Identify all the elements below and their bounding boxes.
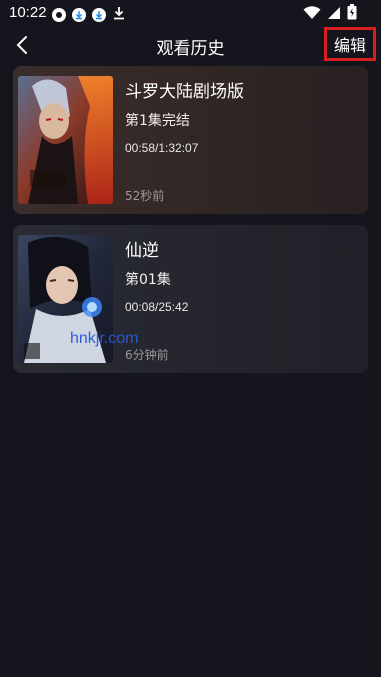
show-title: 斗罗大陆剧场版: [125, 82, 244, 102]
playback-progress: 00:08/25:42: [125, 300, 189, 314]
status-bar: 10:22: [0, 0, 381, 26]
wifi-icon: [303, 5, 321, 24]
history-item[interactable]: 斗罗大陆剧场版 第1集完结 00:58/1:32:07 52秒前: [13, 66, 368, 214]
show-title: 仙逆: [125, 241, 159, 261]
download-app-icon: [72, 7, 86, 22]
watch-history-list: 斗罗大陆剧场版 第1集完结 00:58/1:32:07 52秒前 仙逆 第01集…: [13, 66, 368, 384]
history-item-info: 斗罗大陆剧场版 第1集完结 00:58/1:32:07 52秒前: [125, 66, 358, 214]
download-icon: [112, 5, 126, 24]
status-system-icons: [303, 4, 357, 24]
app-header: 观看历史 编辑: [0, 26, 381, 64]
edit-button[interactable]: 编辑: [324, 27, 376, 61]
history-item[interactable]: 仙逆 第01集 00:08/25:42 6分钟前: [13, 225, 368, 373]
cover-image: [18, 76, 113, 204]
episode-label: 第01集: [125, 272, 171, 288]
status-notification-icons: [52, 5, 126, 24]
watermark-text: hnkjr.com: [70, 330, 139, 347]
signal-icon: [327, 5, 341, 24]
playback-progress: 00:58/1:32:07: [125, 141, 199, 155]
watched-time: 52秒前: [125, 189, 165, 203]
watched-time: 6分钟前: [125, 348, 169, 362]
notification-badge-icon: [52, 7, 66, 22]
download-app-icon: [92, 7, 106, 22]
episode-label: 第1集完结: [125, 113, 190, 129]
status-time: 10:22: [9, 4, 47, 21]
history-item-info: 仙逆 第01集 00:08/25:42 6分钟前: [125, 225, 358, 373]
battery-icon: [347, 4, 357, 24]
